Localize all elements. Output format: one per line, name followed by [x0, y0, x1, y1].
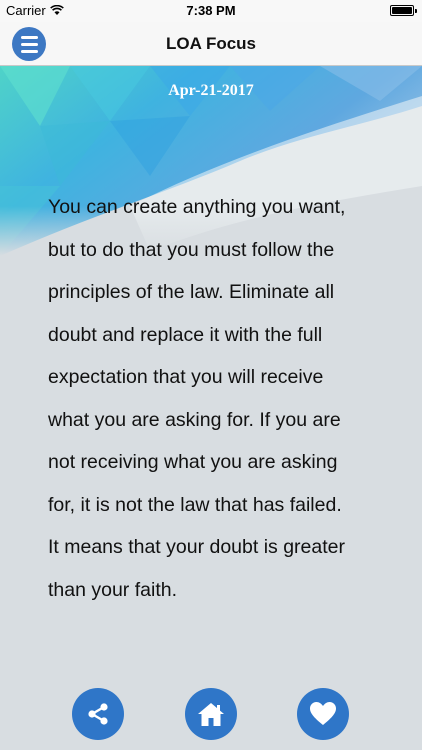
quote-line: for, it is not the law that has failed. [48, 493, 342, 516]
quote-date: Apr-21-2017 [168, 82, 254, 99]
quote-line: expectation that you will receive [48, 366, 324, 388]
navigation-bar: LOA Focus [0, 22, 422, 66]
page-title: LOA Focus [165, 34, 257, 53]
share-button[interactable] [72, 688, 124, 740]
quote-line: not receiving what you are asking [48, 451, 338, 473]
quote-line: It means that your doubt is greater [48, 536, 345, 558]
battery-icon [390, 5, 417, 16]
quote-text: You can create anything you want, but to… [48, 186, 382, 611]
status-bar: Carrier 7:38 PM [0, 0, 422, 22]
favorite-button[interactable] [297, 688, 349, 740]
status-time: 7:38 PM [186, 3, 236, 18]
heart-icon [310, 702, 336, 725]
quote-line: what you are asking for. If you are [48, 408, 341, 431]
share-icon [88, 703, 108, 725]
quote-line: but to do that you must follow the [48, 238, 335, 261]
home-button[interactable] [185, 688, 237, 740]
home-icon [198, 703, 224, 726]
quote-line: doubt and replace it with the full [48, 323, 323, 346]
quote-line: You can create anything you want, [48, 196, 346, 218]
quote-line: principles of the law. Eliminate all [48, 281, 335, 303]
quote-line: than your faith. [48, 578, 177, 601]
